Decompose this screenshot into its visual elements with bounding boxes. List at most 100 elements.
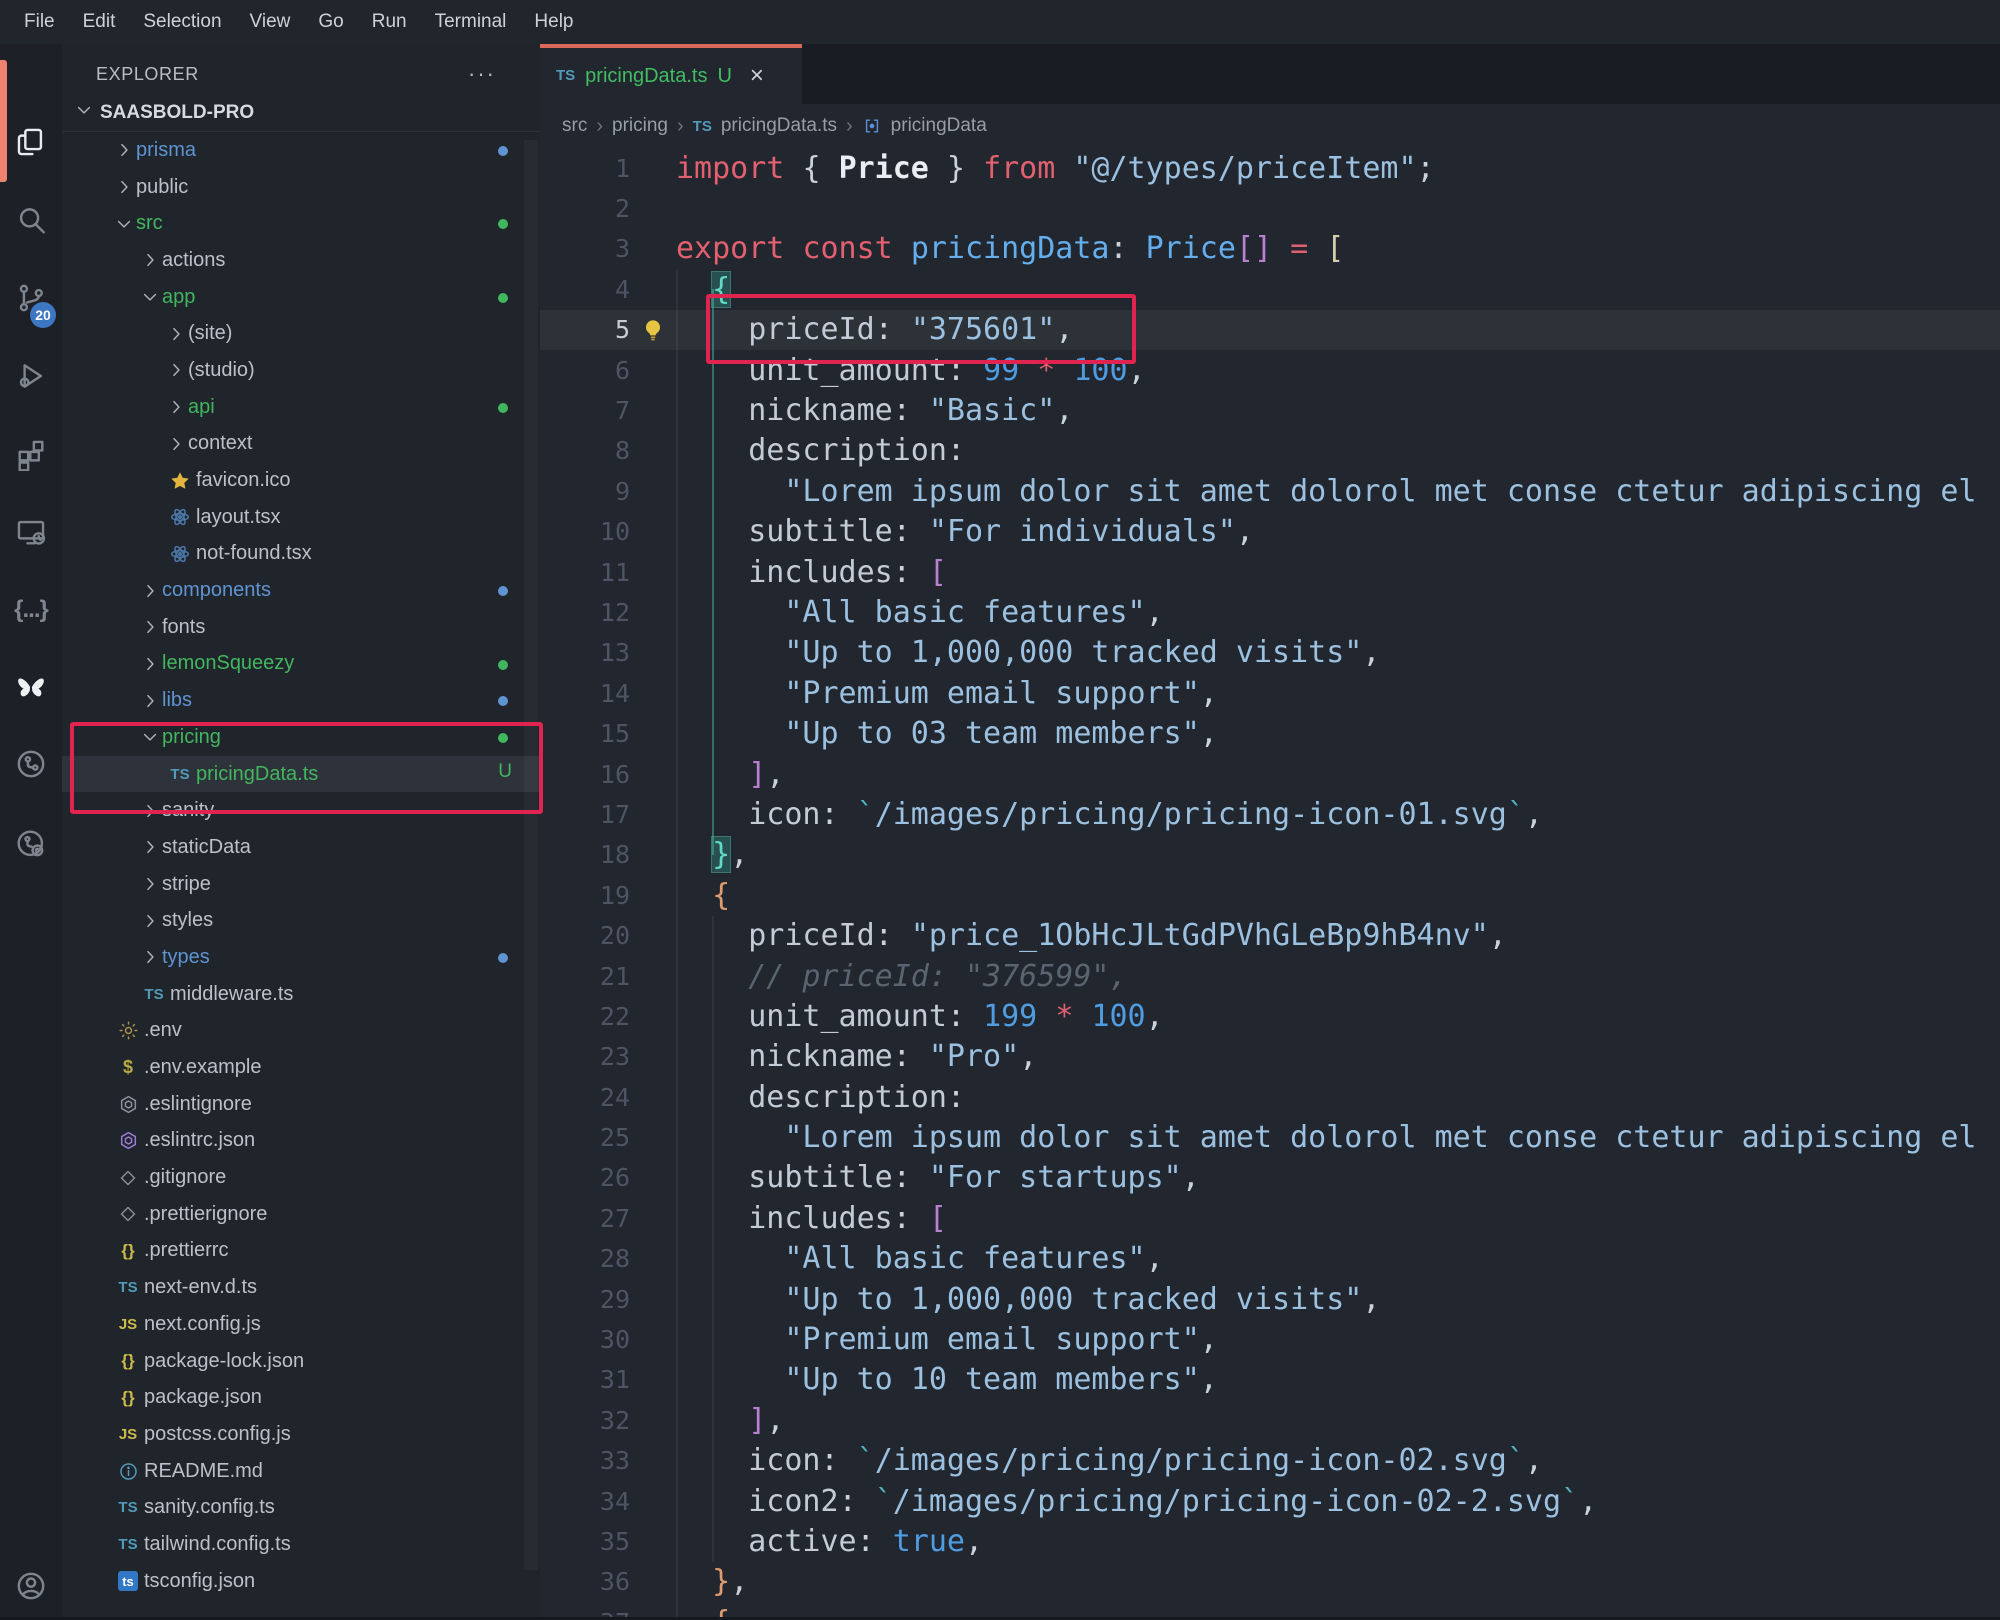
line-number[interactable]: 5 [540,315,630,344]
line-number[interactable]: 16 [540,760,630,789]
file-tsconfig-json[interactable]: tstsconfig.json [62,1563,540,1600]
line-number[interactable]: 8 [540,436,630,465]
file--prettierignore[interactable]: .prettierignore [62,1196,540,1233]
code-line-27[interactable]: 27 includes: [ [540,1198,2000,1238]
line-number[interactable]: 28 [540,1244,630,1273]
folder-context[interactable]: context [62,426,540,463]
code-line-15[interactable]: 15 "Up to 03 team members", [540,713,2000,753]
activity-braces-extension[interactable]: {...} [0,578,62,642]
activity-explorer[interactable] [0,112,62,176]
menu-file[interactable]: File [10,0,69,44]
activity-source-control[interactable]: 20 [0,268,62,332]
line-number[interactable]: 33 [540,1446,630,1475]
code-line-19[interactable]: 19 { [540,875,2000,915]
line-number[interactable]: 18 [540,840,630,869]
code-line-7[interactable]: 7 nickname: "Basic", [540,390,2000,430]
code-line-13[interactable]: 13 "Up to 1,000,000 tracked visits", [540,633,2000,673]
folder-src[interactable]: src [62,205,540,242]
folder-components[interactable]: components [62,572,540,609]
code-line-33[interactable]: 33 icon: `/images/pricing/pricing-icon-0… [540,1441,2000,1481]
breadcrumb-item[interactable]: src [562,115,587,137]
activity-gitlens-extension[interactable] [0,814,62,878]
line-number[interactable]: 6 [540,356,630,385]
code-line-23[interactable]: 23 nickname: "Pro", [540,1037,2000,1077]
breadcrumb-item[interactable]: pricingData.ts [721,115,837,137]
folder-sanity[interactable]: sanity [62,792,540,829]
activity-run-and-debug[interactable] [0,346,62,410]
tab-pricingdata[interactable]: TS pricingData.ts U × [540,44,802,104]
line-number[interactable]: 34 [540,1487,630,1516]
folder-pricing[interactable]: pricing [62,719,540,756]
file--env-example[interactable]: $.env.example [62,1049,540,1086]
code-line-25[interactable]: 25 "Lorem ipsum dolor sit amet dolorol m… [540,1117,2000,1157]
code-line-31[interactable]: 31 "Up to 10 team members", [540,1360,2000,1400]
line-number[interactable]: 31 [540,1365,630,1394]
line-number[interactable]: 12 [540,598,630,627]
sidebar-scrollbar[interactable] [524,140,538,1570]
menu-run[interactable]: Run [358,0,421,44]
line-number[interactable]: 19 [540,881,630,910]
file-package-lock-json[interactable]: {}package-lock.json [62,1343,540,1380]
line-number[interactable]: 11 [540,558,630,587]
code-line-24[interactable]: 24 description: [540,1077,2000,1117]
code-line-9[interactable]: 9 "Lorem ipsum dolor sit amet dolorol me… [540,471,2000,511]
line-number[interactable]: 17 [540,800,630,829]
close-icon[interactable]: × [750,62,764,90]
file-postcss-config-js[interactable]: JSpostcss.config.js [62,1416,540,1453]
file-layout-tsx[interactable]: layout.tsx [62,499,540,536]
folder-staticdata[interactable]: staticData [62,829,540,866]
folder-libs[interactable]: libs [62,682,540,719]
line-number[interactable]: 23 [540,1042,630,1071]
file-middleware-ts[interactable]: TSmiddleware.ts [62,976,540,1013]
file-readme-md[interactable]: README.md [62,1453,540,1490]
more-actions-icon[interactable]: ··· [468,69,496,79]
code-line-34[interactable]: 34 icon2: `/images/pricing/pricing-icon-… [540,1481,2000,1521]
code-line-36[interactable]: 36 }, [540,1562,2000,1602]
line-number[interactable]: 25 [540,1123,630,1152]
file-pricingdata-ts[interactable]: TSpricingData.tsU [62,756,540,793]
file-next-env-d-ts[interactable]: TSnext-env.d.ts [62,1269,540,1306]
breadcrumb-item[interactable]: pricingData [891,115,987,137]
folder-lemonsqueezy[interactable]: lemonSqueezy [62,646,540,683]
menu-help[interactable]: Help [520,0,587,44]
folder-types[interactable]: types [62,939,540,976]
code-line-4[interactable]: 4 { [540,269,2000,309]
activity-account[interactable] [0,1556,62,1620]
line-number[interactable]: 1 [540,154,630,183]
menu-edit[interactable]: Edit [69,0,130,44]
folder-fonts[interactable]: fonts [62,609,540,646]
folder-app[interactable]: app [62,279,540,316]
line-number[interactable]: 15 [540,719,630,748]
file--gitignore[interactable]: .gitignore [62,1159,540,1196]
code-line-37[interactable]: 37 { [540,1602,2000,1617]
code-line-30[interactable]: 30 "Premium email support", [540,1319,2000,1359]
code-line-29[interactable]: 29 "Up to 1,000,000 tracked visits", [540,1279,2000,1319]
code-line-28[interactable]: 28 "All basic features", [540,1239,2000,1279]
file-sanity-config-ts[interactable]: TSsanity.config.ts [62,1489,540,1526]
line-number[interactable]: 10 [540,517,630,546]
file--eslintrc-json[interactable]: .eslintrc.json [62,1123,540,1160]
line-number[interactable]: 35 [540,1527,630,1556]
code-line-2[interactable]: 2 [540,188,2000,228]
folder-actions[interactable]: actions [62,242,540,279]
folder-public[interactable]: public [62,169,540,206]
code-editor[interactable]: 1import { Price } from "@/types/priceIte… [540,148,2000,1617]
line-number[interactable]: 37 [540,1608,630,1617]
line-number[interactable]: 9 [540,477,630,506]
breadcrumb-item[interactable]: pricing [612,115,668,137]
file--prettierrc[interactable]: {}.prettierrc [62,1233,540,1270]
activity-butterfly-extension[interactable] [0,656,62,720]
file-package-json[interactable]: {}package.json [62,1379,540,1416]
code-line-1[interactable]: 1import { Price } from "@/types/priceIte… [540,148,2000,188]
code-line-10[interactable]: 10 subtitle: "For individuals", [540,512,2000,552]
line-number[interactable]: 32 [540,1406,630,1435]
line-number[interactable]: 3 [540,234,630,263]
menu-terminal[interactable]: Terminal [421,0,521,44]
code-line-22[interactable]: 22 unit_amount: 199 * 100, [540,996,2000,1036]
line-number[interactable]: 22 [540,1002,630,1031]
folder-stripe[interactable]: stripe [62,866,540,903]
activity-share-extension[interactable] [0,734,62,798]
file-tailwind-config-ts[interactable]: TStailwind.config.ts [62,1526,540,1563]
code-line-16[interactable]: 16 ], [540,754,2000,794]
file-not-found-tsx[interactable]: not-found.tsx [62,536,540,573]
